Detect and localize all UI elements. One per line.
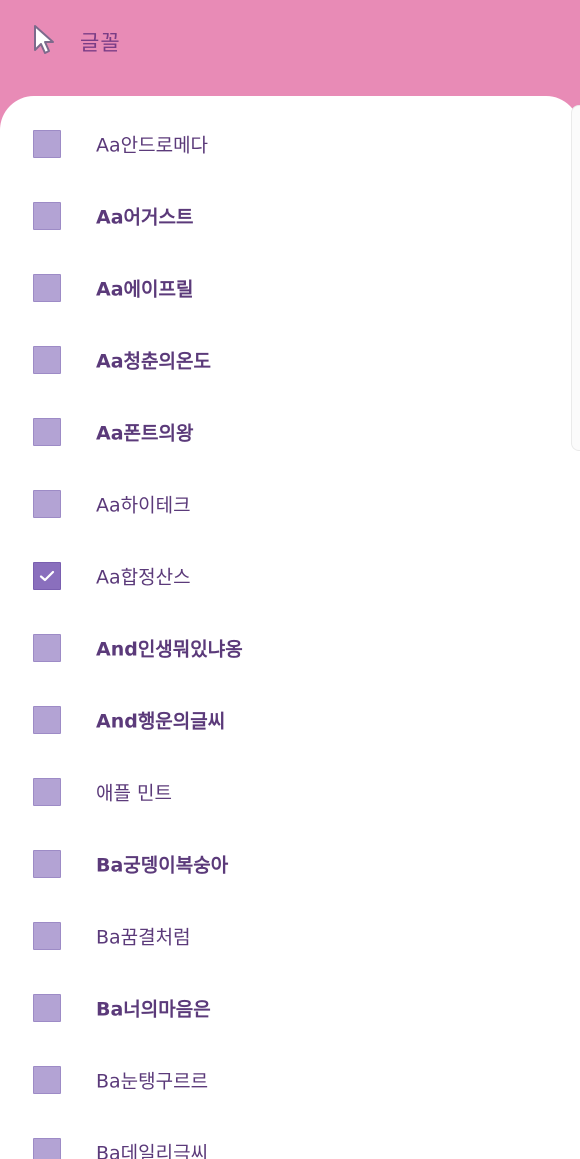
- font-name-label: Aa안드로메다: [96, 134, 209, 157]
- font-checkbox[interactable]: [33, 706, 61, 734]
- font-name-label: Ba꿈결처럼: [96, 926, 191, 949]
- font-list-item[interactable]: Ba궁뎅이복숭아: [0, 832, 560, 904]
- font-list-item[interactable]: Ba데일리극씨: [0, 1120, 560, 1159]
- font-name-label: Ba너의마음은: [96, 998, 211, 1021]
- font-name-label: And행운의글씨: [96, 710, 226, 733]
- font-checkbox[interactable]: [33, 490, 61, 518]
- font-checkbox[interactable]: [33, 1066, 61, 1094]
- font-checkbox[interactable]: [33, 778, 61, 806]
- cursor-arrow-icon: [34, 25, 54, 54]
- font-name-label: Ba데일리극씨: [96, 1142, 209, 1159]
- font-checkbox[interactable]: [33, 850, 61, 878]
- font-list-item[interactable]: 애플 민트: [0, 760, 560, 832]
- font-list-sheet[interactable]: Aa안드로메다 Aa어거스트 Aa에이프릴 Aa청춘의온도 Aa폰트의왕 Aa하이테크 Aa…: [0, 96, 580, 1159]
- page-title: 글꼴: [80, 31, 121, 55]
- font-list-item[interactable]: Aa에이프릴: [0, 256, 560, 328]
- font-checkbox-checked[interactable]: [33, 562, 61, 590]
- edge-panel-handle[interactable]: [571, 105, 580, 451]
- font-name-label: Aa하이테크: [96, 494, 191, 517]
- font-list-item[interactable]: Ba꿈결처럼: [0, 904, 560, 976]
- font-checkbox[interactable]: [33, 274, 61, 302]
- font-checkbox[interactable]: [33, 1138, 61, 1159]
- font-list-item[interactable]: Aa안드로메다: [0, 112, 560, 184]
- font-list-item[interactable]: And행운의글씨: [0, 688, 560, 760]
- font-name-label: Ba궁뎅이복숭아: [96, 854, 229, 877]
- font-list-item[interactable]: Aa어거스트: [0, 184, 560, 256]
- app-header: 글꼴: [0, 0, 580, 100]
- font-checkbox[interactable]: [33, 994, 61, 1022]
- font-checkbox[interactable]: [33, 346, 61, 374]
- font-list-item[interactable]: Aa청춘의온도: [0, 328, 560, 400]
- font-name-label: Aa에이프릴: [96, 278, 194, 301]
- checkmark-icon: [39, 570, 55, 582]
- font-name-label: Aa어거스트: [96, 206, 194, 229]
- font-list-item[interactable]: Ba눈탱구르르: [0, 1048, 560, 1120]
- font-list-item[interactable]: Ba너의마음은: [0, 976, 560, 1048]
- font-checkbox[interactable]: [33, 922, 61, 950]
- font-list-item[interactable]: Aa합정산스: [0, 544, 560, 616]
- font-name-label: Ba눈탱구르르: [96, 1070, 209, 1093]
- font-name-label: Aa합정산스: [96, 566, 191, 589]
- font-checkbox[interactable]: [33, 130, 61, 158]
- font-name-label: Aa청춘의온도: [96, 350, 211, 373]
- font-name-label: Aa폰트의왕: [96, 422, 194, 445]
- font-list-item[interactable]: Aa폰트의왕: [0, 400, 560, 472]
- font-name-label: And인생뭐있냐옹: [96, 638, 243, 661]
- font-checkbox[interactable]: [33, 418, 61, 446]
- font-list-item[interactable]: Aa하이테크: [0, 472, 560, 544]
- font-checkbox[interactable]: [33, 634, 61, 662]
- font-name-label: 애플 민트: [96, 782, 172, 805]
- font-list-item[interactable]: And인생뭐있냐옹: [0, 616, 560, 688]
- font-checkbox[interactable]: [33, 202, 61, 230]
